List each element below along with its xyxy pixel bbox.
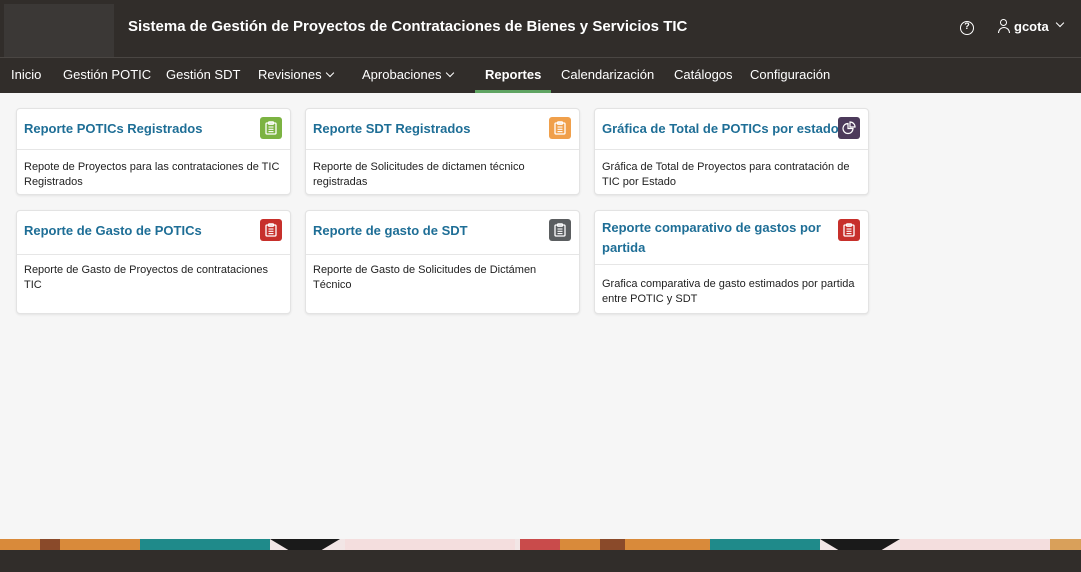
card-header: Reporte comparativo de gastos por partid… — [595, 211, 868, 265]
clipboard-icon — [549, 219, 571, 241]
nav-revisiones[interactable]: Revisiones — [258, 58, 334, 93]
card-header: Reporte de Gasto de POTICs — [17, 211, 290, 255]
card-description: Repote de Proyectos para las contratacio… — [24, 161, 280, 188]
nav-reportes[interactable]: Reportes — [475, 58, 552, 93]
app-logo[interactable] — [4, 4, 114, 57]
user-menu[interactable]: gcota — [997, 18, 1064, 34]
footer-bar — [0, 550, 1081, 572]
card-header: Reporte de gasto de SDT — [306, 211, 579, 255]
report-card[interactable]: Reporte POTICs Registrados Repote de Pro… — [16, 108, 291, 195]
report-card[interactable]: Gráfica de Total de POTICs por estado Gr… — [594, 108, 869, 195]
card-title[interactable]: Gráfica de Total de POTICs por estado — [602, 119, 839, 139]
clipboard-icon — [549, 117, 571, 139]
top-header: Sistema de Gestión de Proyectos de Contr… — [0, 0, 1081, 57]
nav-aprobaciones[interactable]: Aprobaciones — [362, 58, 454, 93]
card-header: Reporte SDT Registrados — [306, 109, 579, 150]
nav-configuracion[interactable]: Configuración — [750, 58, 830, 93]
card-title[interactable]: Reporte POTICs Registrados — [24, 119, 202, 139]
username-label: gcota — [1014, 18, 1049, 34]
nav-calendarizacion[interactable]: Calendarización — [561, 58, 654, 93]
chevron-down-icon — [1055, 18, 1064, 28]
app-title[interactable]: Sistema de Gestión de Proyectos de Contr… — [128, 18, 687, 35]
card-header: Reporte POTICs Registrados — [17, 109, 290, 150]
user-icon — [997, 18, 1011, 34]
main-nav: Inicio Gestión POTIC Gestión SDT Revisio… — [0, 57, 1081, 93]
card-description: Grafica comparativa de gasto estimados p… — [602, 278, 855, 305]
decorative-banner — [0, 538, 1081, 550]
nav-inicio[interactable]: Inicio — [11, 58, 41, 93]
chevron-down-icon — [325, 68, 334, 78]
clipboard-icon — [260, 117, 282, 139]
card-title[interactable]: Reporte de gasto de SDT — [313, 221, 468, 241]
card-description: Reporte de Solicitudes de dictamen técni… — [313, 161, 525, 188]
report-card[interactable]: Reporte SDT Registrados Reporte de Solic… — [305, 108, 580, 195]
card-description: Reporte de Gasto de Solicitudes de Dictá… — [313, 264, 537, 291]
nav-catalogos[interactable]: Catálogos — [674, 58, 733, 93]
card-title[interactable]: Reporte SDT Registrados — [313, 119, 470, 139]
card-description: Reporte de Gasto de Proyectos de contrat… — [24, 264, 268, 291]
nav-gestion-sdt[interactable]: Gestión SDT — [166, 58, 240, 93]
report-card[interactable]: Reporte comparativo de gastos por partid… — [594, 210, 869, 314]
clipboard-icon — [260, 219, 282, 241]
card-description: Gráfica de Total de Proyectos para contr… — [602, 161, 850, 188]
nav-gestion-potic[interactable]: Gestión POTIC — [63, 58, 151, 93]
pie-chart-icon — [838, 117, 860, 139]
card-title[interactable]: Reporte de Gasto de POTICs — [24, 221, 202, 241]
chevron-down-icon — [445, 68, 454, 78]
card-title[interactable]: Reporte comparativo de gastos por partid… — [602, 218, 822, 258]
report-card[interactable]: Reporte de Gasto de POTICs Reporte de Ga… — [16, 210, 291, 314]
card-header: Gráfica de Total de POTICs por estado — [595, 109, 868, 150]
help-icon[interactable] — [960, 21, 974, 35]
report-card[interactable]: Reporte de gasto de SDT Reporte de Gasto… — [305, 210, 580, 314]
clipboard-icon — [838, 219, 860, 241]
